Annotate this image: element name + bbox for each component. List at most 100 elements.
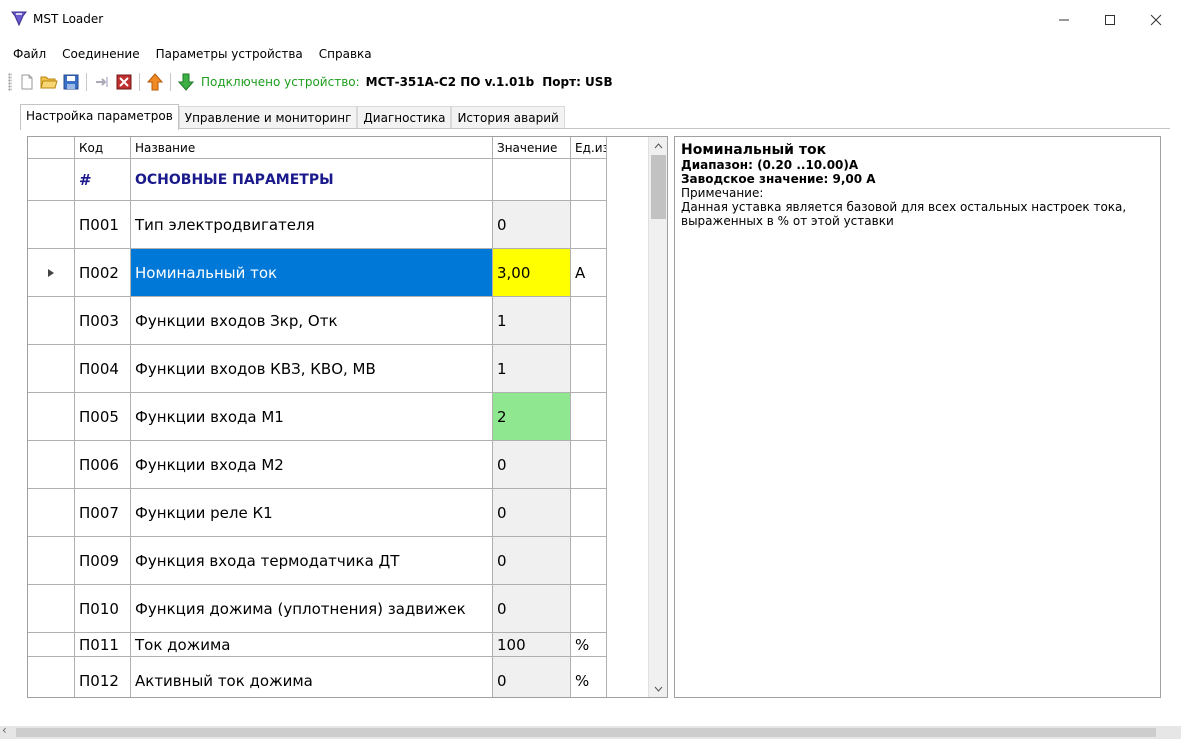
param-code[interactable]: П007 bbox=[75, 489, 131, 537]
export-button[interactable] bbox=[91, 71, 113, 93]
open-button[interactable] bbox=[38, 71, 60, 93]
column-header-value[interactable]: Значение bbox=[493, 137, 571, 159]
table-row[interactable]: П005 Функции входа М1 2 bbox=[28, 393, 648, 441]
param-name[interactable]: Ток дожима bbox=[131, 633, 493, 657]
save-button[interactable] bbox=[60, 71, 82, 93]
param-unit[interactable] bbox=[571, 297, 607, 345]
minimize-button[interactable] bbox=[1041, 0, 1087, 40]
table-row[interactable]: П007 Функции реле К1 0 bbox=[28, 489, 648, 537]
table-row[interactable]: П002 Номинальный ток 3,00 А bbox=[28, 249, 648, 297]
param-unit[interactable] bbox=[571, 159, 607, 201]
row-selector[interactable] bbox=[28, 201, 75, 249]
menu-file[interactable]: Файл bbox=[0, 44, 54, 64]
maximize-button[interactable] bbox=[1087, 0, 1133, 40]
tab-diagnostics[interactable]: Диагностика bbox=[357, 106, 452, 129]
stop-button[interactable] bbox=[113, 71, 135, 93]
column-header-code[interactable]: Код bbox=[75, 137, 131, 159]
column-header-unit[interactable]: Ед.изм bbox=[571, 137, 607, 159]
table-row[interactable]: П006 Функции входа М2 0 bbox=[28, 441, 648, 489]
row-selector[interactable] bbox=[28, 585, 75, 633]
param-name[interactable]: Функция дожима (уплотнения) задвижек bbox=[131, 585, 493, 633]
param-code[interactable]: П012 bbox=[75, 657, 131, 697]
param-unit[interactable]: % bbox=[571, 633, 607, 657]
menu-connection[interactable]: Соединение bbox=[54, 44, 147, 64]
horizontal-scroll-thumb[interactable] bbox=[16, 728, 1156, 737]
param-unit[interactable]: А bbox=[571, 249, 607, 297]
param-unit[interactable] bbox=[571, 441, 607, 489]
param-value[interactable]: 1 bbox=[493, 297, 571, 345]
param-unit[interactable] bbox=[571, 345, 607, 393]
param-name[interactable]: Функции входа М2 bbox=[131, 441, 493, 489]
row-selector[interactable] bbox=[28, 249, 75, 297]
param-unit[interactable] bbox=[571, 585, 607, 633]
download-button[interactable] bbox=[175, 71, 197, 93]
scroll-thumb[interactable] bbox=[651, 155, 666, 219]
table-row[interactable]: П012 Активный ток дожима 0% bbox=[28, 657, 648, 697]
upload-button[interactable] bbox=[144, 71, 166, 93]
param-value[interactable]: 3,00 bbox=[493, 249, 571, 297]
row-selector[interactable] bbox=[28, 633, 75, 657]
scroll-down-button[interactable] bbox=[649, 680, 667, 697]
param-unit[interactable] bbox=[571, 201, 607, 249]
param-code[interactable]: П005 bbox=[75, 393, 131, 441]
param-name[interactable]: Функции входов Зкр, Отк bbox=[131, 297, 493, 345]
row-selector[interactable] bbox=[28, 393, 75, 441]
table-row[interactable]: П001 Тип электродвигателя 0 bbox=[28, 201, 648, 249]
param-unit[interactable] bbox=[571, 393, 607, 441]
param-name[interactable]: Функция входа термодатчика ДТ bbox=[131, 537, 493, 585]
row-selector[interactable] bbox=[28, 297, 75, 345]
param-value[interactable]: 0 bbox=[493, 657, 571, 697]
section-row[interactable]: # ОСНОВНЫЕ ПАРАМЕТРЫ bbox=[28, 159, 648, 201]
table-row[interactable]: П010 Функция дожима (уплотнения) задвижек… bbox=[28, 585, 648, 633]
tab-control-monitoring[interactable]: Управление и мониторинг bbox=[178, 106, 358, 129]
table-row[interactable]: П004 Функции входов КВЗ, КВО, МВ 1 bbox=[28, 345, 648, 393]
param-name[interactable]: Активный ток дожима bbox=[131, 657, 493, 697]
scroll-up-button[interactable] bbox=[649, 137, 667, 154]
param-code[interactable]: П006 bbox=[75, 441, 131, 489]
param-name[interactable]: ОСНОВНЫЕ ПАРАМЕТРЫ bbox=[131, 159, 493, 201]
param-value[interactable]: 1 bbox=[493, 345, 571, 393]
row-selector[interactable] bbox=[28, 537, 75, 585]
param-code[interactable]: # bbox=[75, 159, 131, 201]
table-row[interactable]: П003 Функции входов Зкр, Отк 1 bbox=[28, 297, 648, 345]
param-value[interactable]: 2 bbox=[493, 393, 571, 441]
param-unit[interactable] bbox=[571, 537, 607, 585]
grid-vertical-scrollbar[interactable] bbox=[648, 137, 667, 697]
param-code[interactable]: П009 bbox=[75, 537, 131, 585]
row-selector[interactable] bbox=[28, 489, 75, 537]
horizontal-scrollbar[interactable]: ‹ bbox=[0, 723, 1181, 739]
param-code[interactable]: П002 bbox=[75, 249, 131, 297]
param-unit[interactable] bbox=[571, 489, 607, 537]
table-row[interactable]: П011 Ток дожима 100% bbox=[28, 633, 648, 657]
param-name[interactable]: Тип электродвигателя bbox=[131, 201, 493, 249]
param-value[interactable]: 100 bbox=[493, 633, 571, 657]
param-name[interactable]: Функции входа М1 bbox=[131, 393, 493, 441]
param-name[interactable]: Функции входов КВЗ, КВО, МВ bbox=[131, 345, 493, 393]
menu-help[interactable]: Справка bbox=[311, 44, 380, 64]
param-value[interactable]: 0 bbox=[493, 441, 571, 489]
param-code[interactable]: П001 bbox=[75, 201, 131, 249]
table-row[interactable]: П009 Функция входа термодатчика ДТ 0 bbox=[28, 537, 648, 585]
parameter-grid[interactable]: Код Название Значение Ед.изм #ОСНОВНЫЕ П… bbox=[27, 136, 668, 698]
param-code[interactable]: П003 bbox=[75, 297, 131, 345]
row-selector[interactable] bbox=[28, 159, 75, 201]
param-code[interactable]: П004 bbox=[75, 345, 131, 393]
param-value[interactable]: 0 bbox=[493, 489, 571, 537]
param-code[interactable]: П011 bbox=[75, 633, 131, 657]
menu-device-params[interactable]: Параметры устройства bbox=[148, 44, 311, 64]
param-name[interactable]: Функции реле К1 bbox=[131, 489, 493, 537]
row-selector[interactable] bbox=[28, 441, 75, 489]
new-button[interactable] bbox=[16, 71, 38, 93]
row-selector[interactable] bbox=[28, 657, 75, 697]
tab-alarm-history[interactable]: История аварий bbox=[451, 106, 565, 129]
param-value[interactable]: 0 bbox=[493, 201, 571, 249]
param-value[interactable] bbox=[493, 159, 571, 201]
column-header-name[interactable]: Название bbox=[131, 137, 493, 159]
tab-parameter-settings[interactable]: Настройка параметров bbox=[20, 104, 179, 130]
toolbar-grip[interactable] bbox=[8, 73, 12, 91]
row-selector[interactable] bbox=[28, 345, 75, 393]
param-value[interactable]: 0 bbox=[493, 585, 571, 633]
param-name[interactable]: Номинальный ток bbox=[131, 249, 493, 297]
param-value[interactable]: 0 bbox=[493, 537, 571, 585]
close-button[interactable] bbox=[1133, 0, 1179, 40]
